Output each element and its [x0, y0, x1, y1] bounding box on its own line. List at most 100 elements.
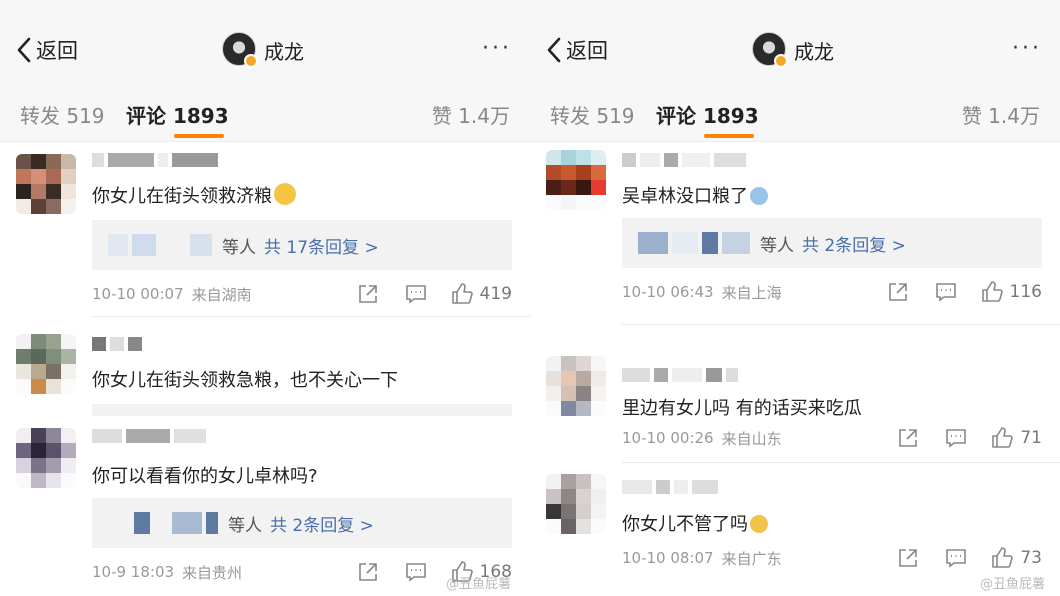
- comment-date: 10-10 08:07: [622, 549, 714, 567]
- active-tab-indicator: [704, 134, 754, 138]
- username-blurred[interactable]: [622, 153, 746, 169]
- comment-date: 10-9 18:03: [92, 563, 175, 581]
- reply-users-suffix: 等人: [228, 515, 262, 536]
- nav-bar: 返回 成龙 ···: [530, 0, 1060, 80]
- comment-date: 10-10 06:43: [622, 283, 714, 301]
- comment-text: 吴卓林没口粮了: [622, 182, 768, 208]
- comment-icon[interactable]: [404, 560, 428, 584]
- comment-text: 你女儿不管了吗: [622, 510, 768, 536]
- like-button[interactable]: 419: [450, 282, 512, 306]
- share-icon[interactable]: [896, 426, 920, 450]
- comment-location: 来自山东: [721, 429, 782, 448]
- back-label: 返回: [566, 39, 608, 63]
- comment-date: 10-10 00:07: [92, 285, 184, 303]
- share-icon[interactable]: [356, 560, 380, 584]
- share-icon[interactable]: [896, 546, 920, 570]
- reply-users-suffix: 等人: [222, 237, 256, 258]
- emoji-icon: [750, 187, 768, 205]
- nav-bar: 返回 成龙 ···: [0, 0, 530, 80]
- back-label: 返回: [36, 39, 78, 63]
- comment-date: 10-10 00:26: [622, 429, 714, 447]
- username-blurred[interactable]: [622, 368, 738, 384]
- avatar[interactable]: [546, 356, 606, 416]
- avatar[interactable]: [546, 150, 606, 210]
- weibo-comments-screen-left: 返回 成龙 ··· 转发 519 评论 1893 赞 1.4万 你女儿在街头领救…: [0, 0, 530, 596]
- share-icon[interactable]: [886, 280, 910, 304]
- verified-badge-icon: [244, 54, 258, 68]
- reply-avatars-blurred: [638, 232, 750, 254]
- tab-likes[interactable]: 赞 1.4万: [432, 100, 510, 129]
- view-replies-link[interactable]: 共 2条回复 >: [802, 231, 906, 256]
- divider: [622, 324, 1060, 325]
- like-count: 73: [1020, 548, 1042, 568]
- comment-location: 来自上海: [721, 283, 782, 302]
- reply-users-suffix: 等人: [760, 235, 794, 256]
- tab-bar: 转发 519 评论 1893 赞 1.4万: [530, 80, 1060, 142]
- thumbs-up-icon: [992, 427, 1014, 448]
- share-icon[interactable]: [356, 282, 380, 306]
- like-button[interactable]: 73: [990, 546, 1042, 570]
- comment-location: 来自湖南: [191, 285, 252, 304]
- more-icon[interactable]: ···: [482, 36, 512, 61]
- reply-avatars-blurred: [108, 512, 218, 534]
- tab-comments[interactable]: 评论 1893: [656, 100, 759, 129]
- view-replies-link[interactable]: 共 2条回复 >: [270, 511, 374, 536]
- thumbs-up-icon: [992, 547, 1014, 568]
- back-button[interactable]: 返回: [546, 32, 608, 68]
- username-blurred[interactable]: [92, 337, 142, 353]
- comment-text: 你可以看看你的女儿卓林吗?: [92, 466, 318, 487]
- comment-text: 你女儿在街头领救急粮，也不关心一下: [92, 370, 398, 391]
- like-button[interactable]: 116: [980, 280, 1042, 304]
- comment-meta: 10-10 00:07 来自湖南 419: [92, 282, 512, 306]
- tab-repost[interactable]: 转发 519: [550, 100, 635, 129]
- page-title: 成龙: [794, 40, 834, 64]
- reply-preview[interactable]: 等人 共 2条回复 >: [92, 498, 512, 548]
- comment-meta: 10-10 08:07 来自广东 73: [622, 546, 1042, 570]
- tab-comments[interactable]: 评论 1893: [126, 100, 229, 129]
- reply-avatars-blurred: [108, 234, 212, 256]
- reply-preview[interactable]: 等人 共 17条回复 >: [92, 220, 512, 270]
- comment-location: 来自广东: [721, 549, 782, 568]
- comment-icon[interactable]: [404, 282, 428, 306]
- comment-text: 里边有女儿吗 有的话买来吃瓜: [622, 398, 862, 419]
- comment-location: 来自贵州: [182, 563, 243, 582]
- divider: [92, 316, 530, 317]
- comment-meta: 10-10 00:26 来自山东 71: [622, 426, 1042, 450]
- tab-bar: 转发 519 评论 1893 赞 1.4万: [0, 80, 530, 142]
- active-tab-indicator: [174, 134, 224, 138]
- comment-meta: 10-10 06:43 来自上海 116: [622, 280, 1042, 304]
- watermark: @丑鱼屁薯: [980, 577, 1046, 592]
- avatar[interactable]: [16, 428, 76, 488]
- tab-likes[interactable]: 赞 1.4万: [962, 100, 1040, 129]
- tab-repost[interactable]: 转发 519: [20, 100, 105, 129]
- username-blurred[interactable]: [92, 429, 206, 445]
- username-blurred[interactable]: [92, 153, 218, 169]
- emoji-icon: [750, 515, 768, 533]
- comment-icon[interactable]: [944, 426, 968, 450]
- username-blurred[interactable]: [622, 480, 718, 496]
- reply-preview[interactable]: [92, 404, 512, 416]
- divider: [622, 462, 1060, 463]
- avatar[interactable]: [16, 334, 76, 394]
- like-count: 116: [1009, 282, 1042, 302]
- like-button[interactable]: 71: [990, 426, 1042, 450]
- back-button[interactable]: 返回: [16, 32, 78, 68]
- avatar[interactable]: [16, 154, 76, 214]
- verified-badge-icon: [774, 54, 788, 68]
- thumbs-up-icon: [451, 283, 473, 304]
- view-replies-link[interactable]: 共 17条回复 >: [264, 233, 379, 258]
- chevron-left-icon: [17, 37, 31, 63]
- comment-text: 你女儿在街头领救济粮: [92, 182, 296, 208]
- reply-preview[interactable]: 等人 共 2条回复 >: [622, 218, 1042, 268]
- chevron-left-icon: [547, 37, 561, 63]
- weibo-comments-screen-right: 返回 成龙 ··· 转发 519 评论 1893 赞 1.4万 吴卓林没口粮了: [530, 0, 1060, 596]
- comment-icon[interactable]: [934, 280, 958, 304]
- thumbs-up-icon: [981, 281, 1003, 302]
- watermark: @丑鱼屁薯: [446, 577, 512, 592]
- more-icon[interactable]: ···: [1012, 36, 1042, 61]
- like-count: 419: [479, 284, 512, 304]
- avatar[interactable]: [546, 474, 606, 534]
- comment-icon[interactable]: [944, 546, 968, 570]
- like-count: 71: [1020, 428, 1042, 448]
- page-title: 成龙: [264, 40, 304, 64]
